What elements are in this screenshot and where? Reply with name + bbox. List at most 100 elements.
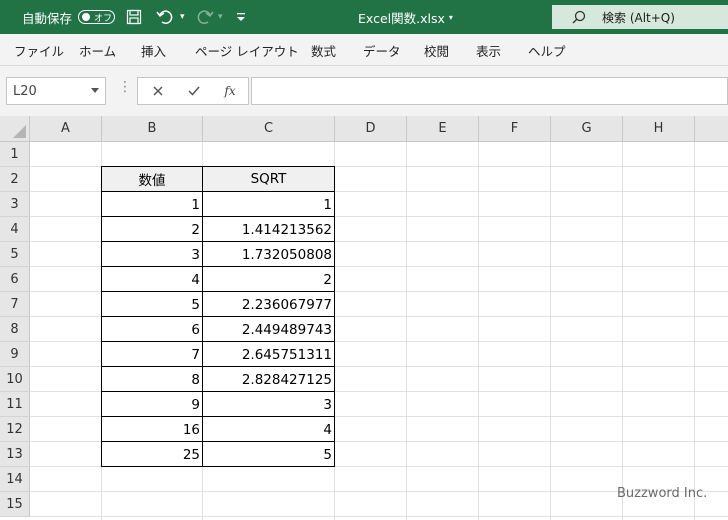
toggle-knob-icon bbox=[82, 13, 90, 21]
table-border bbox=[101, 291, 335, 292]
cell-c8[interactable]: 2.449489743 bbox=[203, 317, 334, 342]
cell-b3[interactable]: 1 bbox=[102, 192, 202, 217]
cell-c13[interactable]: 5 bbox=[203, 442, 334, 467]
autosave-state: オフ bbox=[94, 13, 113, 24]
cell-b12[interactable]: 16 bbox=[102, 417, 202, 442]
autosave-label: 自動保存 bbox=[22, 10, 73, 26]
cell-c12[interactable]: 4 bbox=[203, 417, 334, 442]
ribbon-tabs: ファイル ホーム 挿入 ページ レイアウト 数式 データ 校閲 表示 ヘルプ bbox=[0, 34, 728, 66]
document-title[interactable]: Excel関数.xlsx ▾ bbox=[358, 0, 453, 34]
cell-b6[interactable]: 4 bbox=[102, 267, 202, 292]
search-box[interactable]: 検索 (Alt+Q) bbox=[552, 5, 728, 29]
cell-c6[interactable]: 2 bbox=[203, 267, 334, 292]
column-header-h[interactable]: H bbox=[623, 116, 695, 142]
column-header-e[interactable]: E bbox=[407, 116, 479, 142]
row-header-13[interactable]: 13 bbox=[0, 442, 30, 467]
gridline bbox=[478, 142, 479, 520]
row-header-3[interactable]: 3 bbox=[0, 192, 30, 217]
row-header-15[interactable]: 15 bbox=[0, 492, 30, 517]
row-header-8[interactable]: 8 bbox=[0, 317, 30, 342]
row-header-12[interactable]: 12 bbox=[0, 417, 30, 442]
tab-formulas[interactable]: 数式 bbox=[311, 34, 336, 66]
gridline bbox=[550, 142, 551, 520]
cell-b11[interactable]: 9 bbox=[102, 392, 202, 417]
formula-buttons: fx bbox=[137, 77, 249, 105]
formula-bar: L20 ⋮ fx bbox=[0, 66, 728, 116]
undo-dropdown-chevron-icon[interactable]: ▾ bbox=[180, 0, 185, 34]
cell-c2-header[interactable]: SQRT bbox=[203, 167, 334, 191]
row-header-4[interactable]: 4 bbox=[0, 217, 30, 242]
file-name: Excel関数.xlsx bbox=[358, 10, 445, 26]
worksheet-grid: A B C D E F G H 1 2 3 4 5 6 7 8 9 10 11 … bbox=[0, 116, 728, 520]
cell-c3[interactable]: 1 bbox=[203, 192, 334, 217]
row-header-11[interactable]: 11 bbox=[0, 392, 30, 417]
table-border bbox=[101, 341, 335, 342]
watermark: Buzzword Inc. bbox=[617, 486, 708, 501]
table-border bbox=[101, 366, 335, 367]
enter-icon[interactable] bbox=[180, 78, 208, 104]
more-options-icon[interactable]: ⋮ bbox=[118, 80, 132, 94]
cell-b2-header[interactable]: 数値 bbox=[102, 167, 202, 191]
cell-b10[interactable]: 8 bbox=[102, 367, 202, 392]
insert-function-icon[interactable]: fx bbox=[216, 78, 244, 104]
row-header-14[interactable]: 14 bbox=[0, 467, 30, 492]
cell-c7[interactable]: 2.236067977 bbox=[203, 292, 334, 317]
tab-help[interactable]: ヘルプ bbox=[528, 34, 566, 66]
column-header-c[interactable]: C bbox=[203, 116, 335, 142]
name-box[interactable]: L20 bbox=[6, 77, 106, 105]
row-header-10[interactable]: 10 bbox=[0, 367, 30, 392]
undo-icon[interactable] bbox=[156, 0, 174, 34]
column-header-i[interactable] bbox=[695, 116, 728, 142]
cancel-icon[interactable] bbox=[144, 78, 172, 104]
tab-file[interactable]: ファイル bbox=[14, 34, 64, 66]
cell-c11[interactable]: 3 bbox=[203, 392, 334, 417]
tab-data[interactable]: データ bbox=[363, 34, 401, 66]
table-border bbox=[101, 416, 335, 417]
table-border bbox=[101, 216, 335, 217]
row-header-1[interactable]: 1 bbox=[0, 142, 30, 167]
table-border bbox=[101, 241, 335, 242]
cell-c9[interactable]: 2.645751311 bbox=[203, 342, 334, 367]
tab-view[interactable]: 表示 bbox=[476, 34, 501, 66]
tab-insert[interactable]: 挿入 bbox=[141, 34, 166, 66]
cell-c5[interactable]: 1.732050808 bbox=[203, 242, 334, 267]
cell-b13[interactable]: 25 bbox=[102, 442, 202, 467]
row-header-5[interactable]: 5 bbox=[0, 242, 30, 267]
tab-review[interactable]: 校閲 bbox=[424, 34, 449, 66]
row-header-7[interactable]: 7 bbox=[0, 292, 30, 317]
row-header-2[interactable]: 2 bbox=[0, 167, 30, 192]
cell-b9[interactable]: 7 bbox=[102, 342, 202, 367]
column-header-f[interactable]: F bbox=[479, 116, 551, 142]
cell-b7[interactable]: 5 bbox=[102, 292, 202, 317]
row-header-9[interactable]: 9 bbox=[0, 342, 30, 367]
formula-input[interactable] bbox=[251, 77, 728, 105]
table-border bbox=[101, 391, 335, 392]
cell-b4[interactable]: 2 bbox=[102, 217, 202, 242]
chevron-down-icon: ▾ bbox=[448, 12, 453, 22]
save-icon[interactable] bbox=[126, 0, 142, 34]
column-header-g[interactable]: G bbox=[551, 116, 623, 142]
autosave-toggle[interactable]: オフ bbox=[78, 10, 115, 24]
row-header-6[interactable]: 6 bbox=[0, 267, 30, 292]
select-all-icon[interactable] bbox=[0, 116, 30, 142]
gridline bbox=[406, 142, 407, 520]
tab-page-layout[interactable]: ページ レイアウト bbox=[195, 34, 299, 66]
cell-c10[interactable]: 2.828427125 bbox=[203, 367, 334, 392]
column-header-b[interactable]: B bbox=[102, 116, 203, 142]
cell-c4[interactable]: 1.414213562 bbox=[203, 217, 334, 242]
column-header-d[interactable]: D bbox=[335, 116, 407, 142]
gridline bbox=[30, 516, 728, 517]
column-header-a[interactable]: A bbox=[30, 116, 102, 142]
cell-b8[interactable]: 6 bbox=[102, 317, 202, 342]
table-border bbox=[101, 441, 335, 442]
redo-icon[interactable] bbox=[196, 0, 214, 34]
gridline bbox=[334, 142, 335, 520]
cell-b5[interactable]: 3 bbox=[102, 242, 202, 267]
chevron-down-icon[interactable] bbox=[91, 88, 99, 93]
redo-dropdown-chevron-icon[interactable]: ▾ bbox=[218, 0, 223, 34]
gridline bbox=[694, 142, 695, 520]
tab-home[interactable]: ホーム bbox=[79, 34, 116, 66]
table-border bbox=[101, 191, 335, 192]
customize-qat-icon[interactable] bbox=[236, 0, 246, 34]
search-icon bbox=[572, 10, 586, 24]
